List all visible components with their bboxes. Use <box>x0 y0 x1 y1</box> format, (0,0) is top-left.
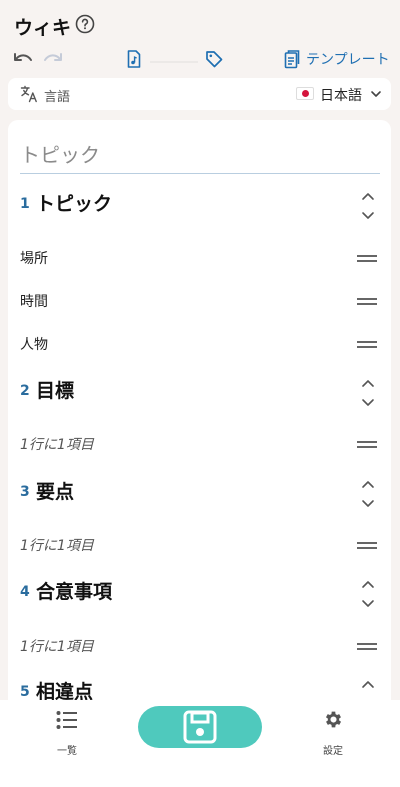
template-button[interactable]: テンプレート <box>284 46 394 72</box>
template-icon <box>284 49 300 68</box>
language-selector[interactable]: 言語 日本語 <box>8 78 391 110</box>
save-icon <box>183 710 217 744</box>
move-up-icon[interactable] <box>360 678 376 690</box>
move-up-icon[interactable] <box>360 190 376 202</box>
drag-handle-icon[interactable] <box>357 255 377 263</box>
list-item[interactable]: 1行に1項目 <box>20 533 380 557</box>
list-item[interactable]: 場所 <box>20 246 380 270</box>
wiki-editor: 1 トピック 場所 時間 人物 2 目標 1行に1項目 3 要点 1行に1項目 … <box>8 120 391 700</box>
section-header: 1 トピック <box>20 188 380 219</box>
tag-icon <box>206 51 223 68</box>
file-button[interactable] <box>123 46 145 72</box>
section-number: 4 <box>20 584 30 600</box>
section-header: 2 目標 <box>20 375 380 406</box>
section-number: 1 <box>20 196 30 212</box>
drag-handle-icon[interactable] <box>357 298 377 306</box>
title-input[interactable] <box>20 136 380 174</box>
move-up-icon[interactable] <box>360 478 376 490</box>
move-down-icon[interactable] <box>360 598 376 610</box>
chevron-down-icon <box>371 91 381 97</box>
drag-handle-icon[interactable] <box>357 341 377 349</box>
item-text: 人物 <box>20 337 48 353</box>
item-placeholder: 1行に1項目 <box>20 538 94 554</box>
translate-icon <box>20 85 37 103</box>
gear-icon <box>325 711 342 728</box>
redo-icon <box>44 53 62 61</box>
move-up-icon[interactable] <box>360 578 376 590</box>
section-title[interactable]: 要点 <box>36 477 74 504</box>
section-title[interactable]: 相違点 <box>36 677 93 700</box>
help-icon[interactable] <box>75 14 95 34</box>
move-up-icon[interactable] <box>360 377 376 389</box>
toolbar-divider <box>150 61 198 63</box>
drag-handle-icon[interactable] <box>357 542 377 550</box>
move-down-icon[interactable] <box>360 498 376 510</box>
section-title[interactable]: 合意事項 <box>36 577 112 604</box>
list-item[interactable]: 人物 <box>20 332 380 356</box>
item-placeholder: 1行に1項目 <box>20 639 94 655</box>
save-button[interactable] <box>138 706 262 748</box>
drag-handle-icon[interactable] <box>357 643 377 651</box>
drag-handle-icon[interactable] <box>357 441 377 449</box>
section-title[interactable]: トピック <box>36 189 112 216</box>
item-placeholder: 1行に1項目 <box>20 437 94 453</box>
app-title: ウィキ <box>14 17 72 39</box>
list-icon <box>56 711 77 729</box>
undo-button[interactable] <box>10 46 36 72</box>
toolbar: テンプレート <box>0 46 400 72</box>
section-header: 4 合意事項 <box>20 576 380 607</box>
item-text: 場所 <box>20 251 48 267</box>
section-header: 5 相違点 <box>20 676 380 700</box>
section-number: 2 <box>20 383 30 399</box>
section-header: 3 要点 <box>20 476 380 507</box>
nav-list-button[interactable]: 一覧 <box>47 708 87 757</box>
nav-settings-label: 設定 <box>323 746 343 757</box>
bottom-nav: 一覧 設定 <box>0 700 400 787</box>
undo-icon <box>14 53 32 61</box>
list-item[interactable]: 1行に1項目 <box>20 432 380 456</box>
japan-flag-icon <box>296 87 314 100</box>
nav-list-label: 一覧 <box>57 746 77 757</box>
redo-button[interactable] <box>40 46 66 72</box>
list-item[interactable]: 1行に1項目 <box>20 634 380 658</box>
item-text: 時間 <box>20 294 48 310</box>
nav-settings-button[interactable]: 設定 <box>313 708 353 757</box>
top-bar: ウィキ <box>0 0 400 48</box>
move-down-icon[interactable] <box>360 210 376 222</box>
section-number: 3 <box>20 484 30 500</box>
list-item[interactable]: 時間 <box>20 289 380 313</box>
template-label: テンプレート <box>306 52 390 68</box>
tag-button[interactable] <box>203 46 225 72</box>
section-number: 5 <box>20 684 30 700</box>
file-music-icon <box>127 50 141 68</box>
section-title[interactable]: 目標 <box>36 376 74 403</box>
move-down-icon[interactable] <box>360 397 376 409</box>
language-value: 日本語 <box>320 88 362 104</box>
language-label: 言語 <box>44 90 71 105</box>
